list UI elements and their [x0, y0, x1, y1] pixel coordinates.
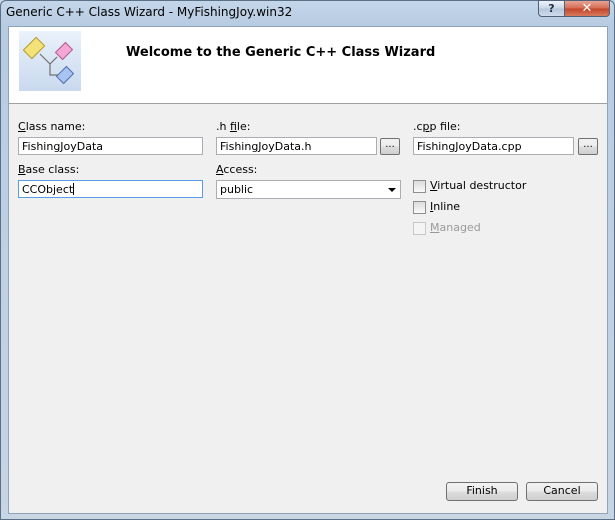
class-diagram-icon — [19, 31, 81, 91]
text-caret — [73, 183, 75, 195]
managed-label: Managed — [430, 221, 481, 234]
chevron-down-icon — [388, 188, 396, 192]
base-class-input[interactable]: CCObject — [18, 180, 203, 198]
window-title: Generic C++ Class Wizard - MyFishingJoy.… — [6, 5, 293, 19]
close-icon: ✕ — [581, 1, 593, 16]
cancel-button[interactable]: Cancel — [526, 482, 598, 501]
cpp-file-input[interactable]: FishingJoyData.cpp — [413, 137, 574, 155]
class-name-input[interactable]: FishingJoyData — [18, 137, 203, 155]
virtual-destructor-checkbox[interactable] — [413, 180, 426, 193]
welcome-heading: Welcome to the Generic C++ Class Wizard — [126, 45, 436, 60]
base-class-label: Base class: — [18, 163, 80, 176]
managed-checkbox — [413, 222, 426, 235]
wizard-window: Generic C++ Class Wizard - MyFishingJoy.… — [0, 0, 615, 520]
close-button[interactable]: ✕ — [564, 0, 610, 17]
help-icon: ? — [548, 2, 555, 15]
h-file-input[interactable]: FishingJoyData.h — [216, 137, 377, 155]
inline-label[interactable]: Inline — [430, 200, 460, 213]
help-button[interactable]: ? — [538, 0, 565, 17]
wizard-header: Welcome to the Generic C++ Class Wizard — [9, 27, 607, 104]
title-bar[interactable]: Generic C++ Class Wizard - MyFishingJoy.… — [1, 0, 614, 25]
h-file-label: .h file: — [216, 120, 251, 133]
dialog-client-area: Welcome to the Generic C++ Class Wizard … — [8, 26, 608, 514]
inline-checkbox[interactable] — [413, 201, 426, 214]
cpp-file-browse-button[interactable]: ... — [578, 138, 598, 155]
access-selected-value: public — [220, 183, 254, 196]
finish-button[interactable]: Finish — [446, 482, 518, 501]
access-label: Access: — [216, 163, 258, 176]
access-dropdown[interactable]: public — [216, 180, 401, 199]
class-name-label: Class name: — [18, 120, 86, 133]
virtual-destructor-label[interactable]: Virtual destructor — [430, 179, 526, 192]
cpp-file-label: .cpp file: — [413, 120, 461, 133]
h-file-browse-button[interactable]: ... — [380, 138, 400, 155]
